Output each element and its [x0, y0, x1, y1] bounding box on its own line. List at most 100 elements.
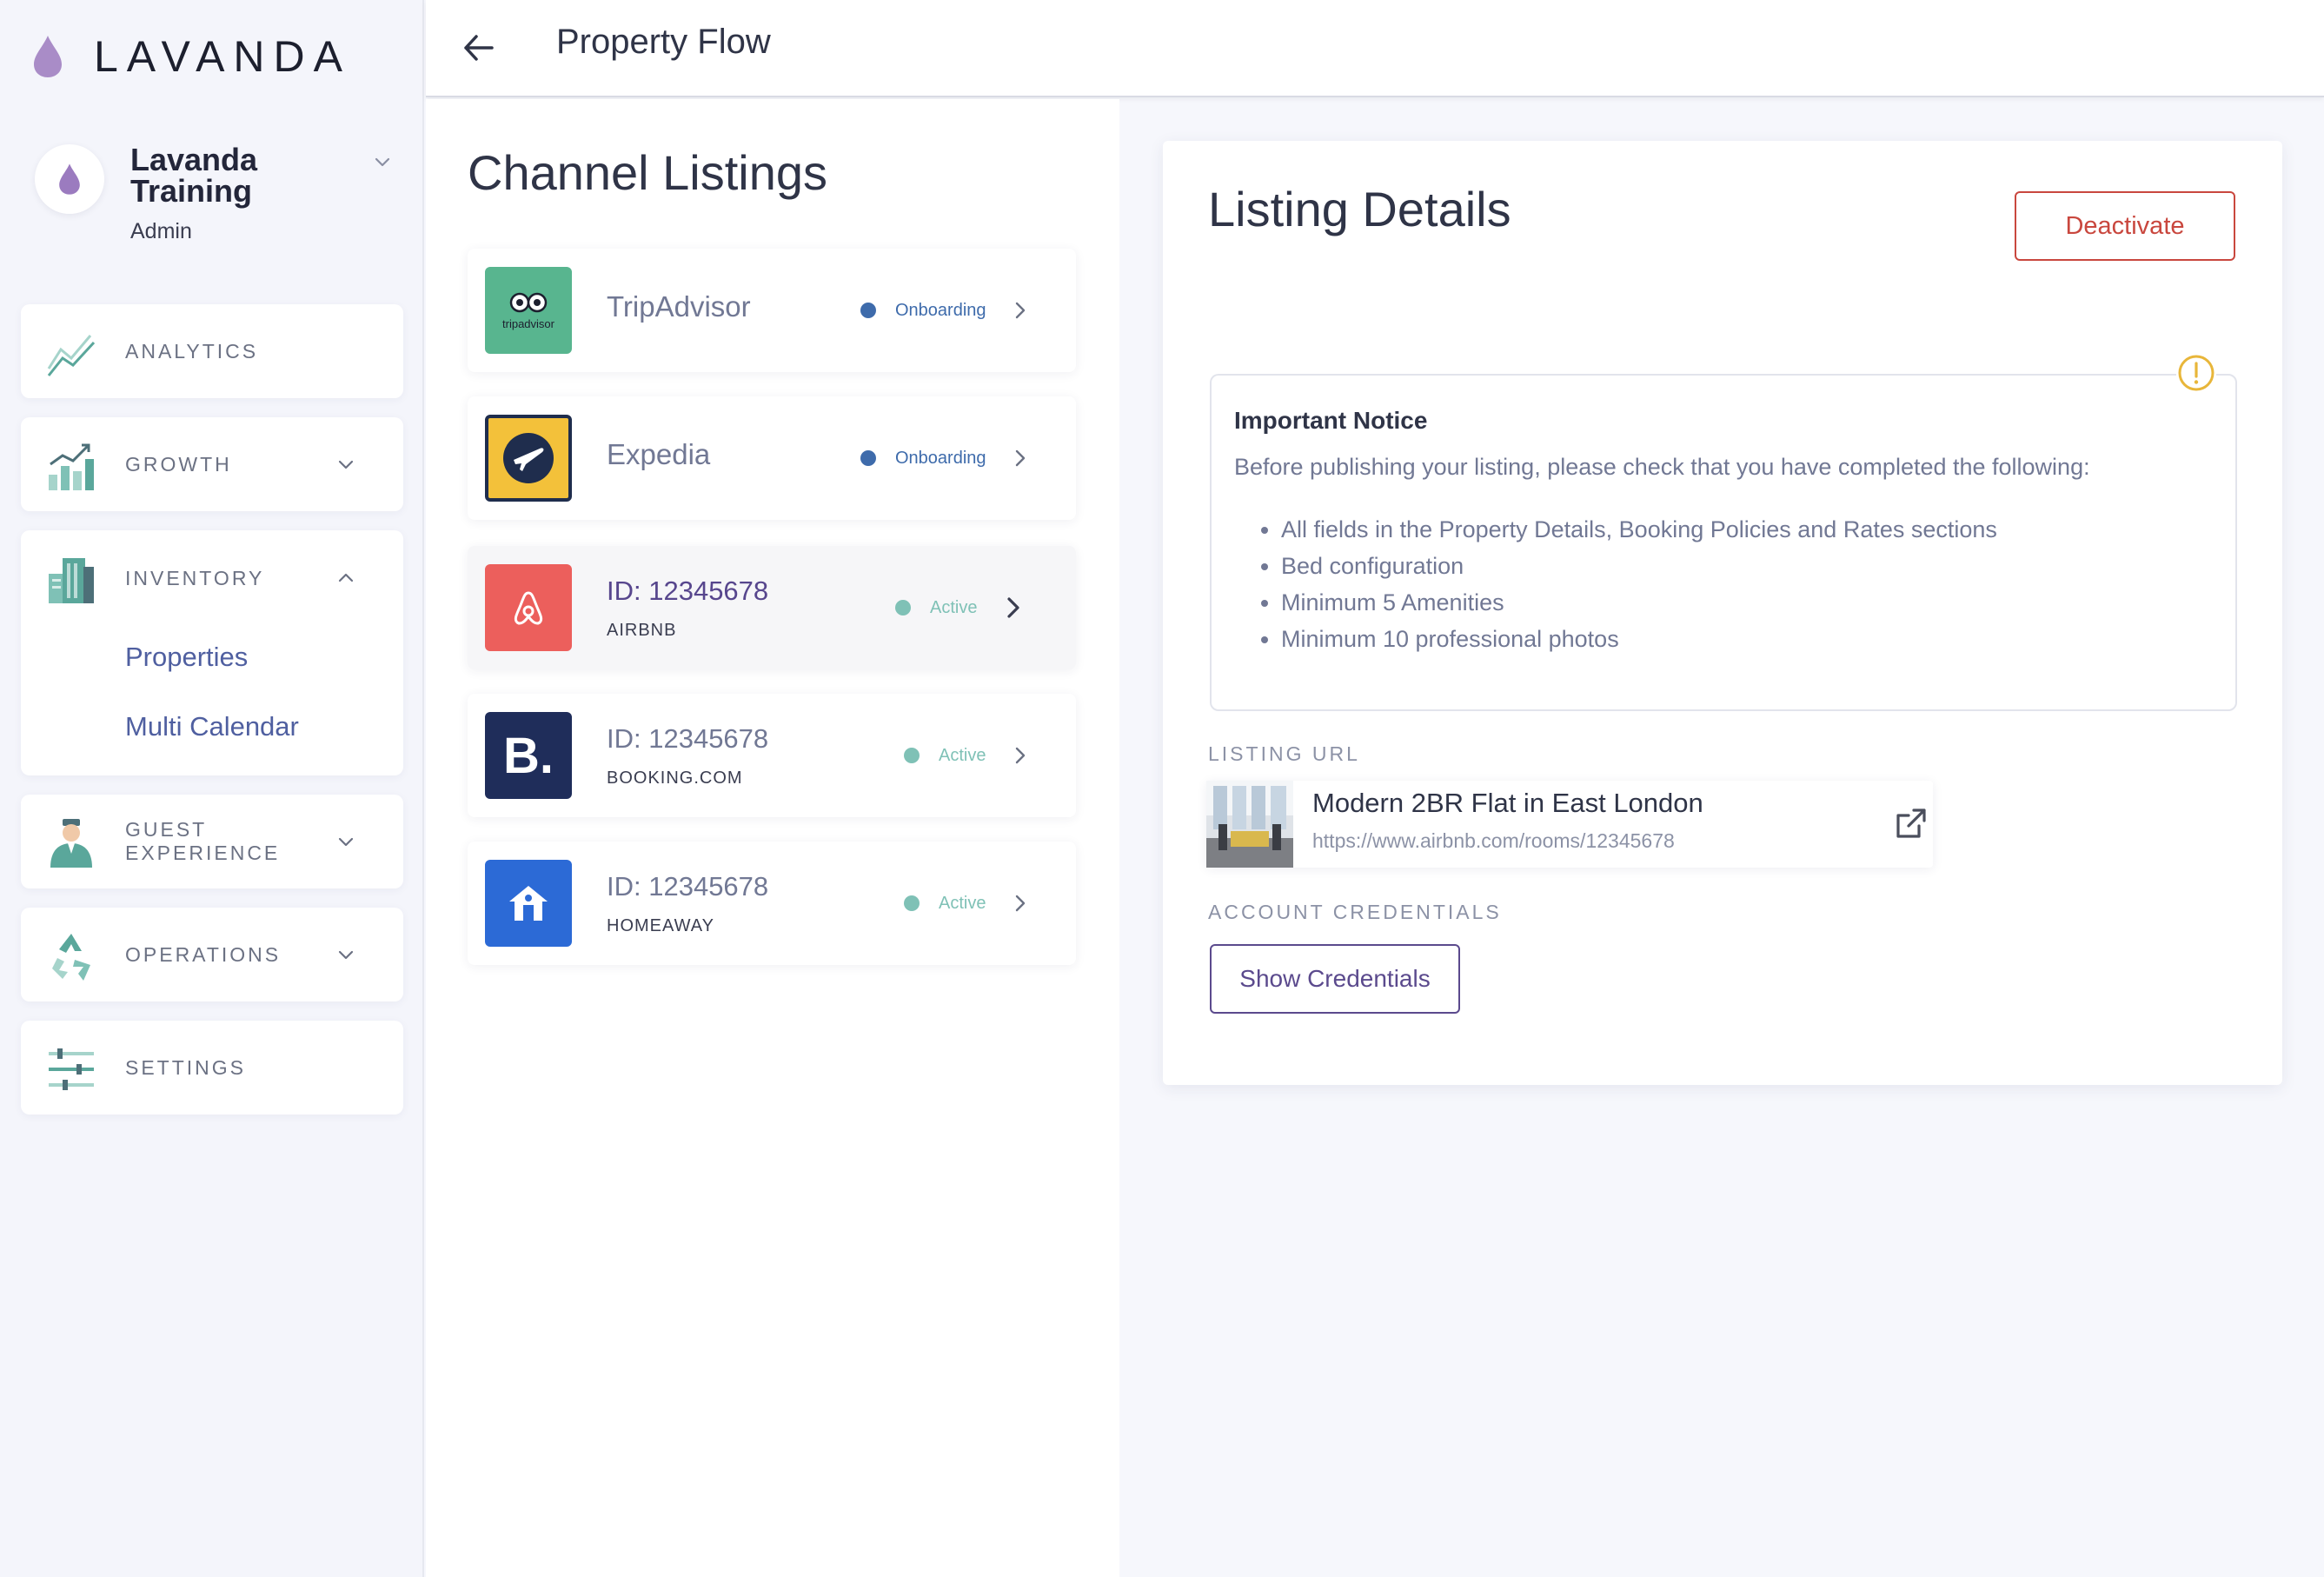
account-avatar: [35, 144, 104, 214]
channel-listing-id: ID: 12345678: [607, 871, 769, 902]
channel-row-airbnb[interactable]: ID: 12345678 AIRBNB Active: [468, 546, 1076, 669]
chevron-down-icon[interactable]: [334, 829, 358, 854]
channel-row-booking[interactable]: B. ID: 12345678 BOOKING.COM Active: [468, 694, 1076, 817]
account-switcher[interactable]: Lavanda Training Admin: [35, 144, 400, 257]
nav-analytics[interactable]: ANALYTICS: [21, 304, 403, 398]
status-text: Active: [939, 745, 986, 765]
status-dot: [860, 450, 876, 466]
homeaway-logo: [485, 860, 572, 947]
sidebar: LAVANDA Lavanda Training Admin ANALYTICS: [0, 0, 424, 1577]
account-name: Lavanda Training: [130, 142, 258, 209]
channel-name: HOMEAWAY: [607, 916, 714, 935]
listing-details-title: Listing Details: [1208, 182, 1511, 236]
chevron-right-icon[interactable]: [1008, 446, 1033, 470]
nav-inventory[interactable]: INVENTORY Properties Multi Calendar: [21, 530, 403, 775]
nav-guest-experience-label: GUEST EXPERIENCE: [125, 795, 280, 888]
nav-operations-label: OPERATIONS: [125, 942, 282, 966]
channel-listing-id: ID: 12345678: [607, 576, 769, 606]
list-item: Minimum 10 professional photos: [1281, 621, 1997, 657]
expedia-logo: [485, 415, 572, 502]
listing-details-card: Listing Details Deactivate Important Not…: [1163, 141, 2282, 1085]
status-text: Onboarding: [895, 448, 986, 468]
nav-settings[interactable]: SETTINGS: [21, 1021, 403, 1115]
status-dot: [895, 600, 911, 615]
chevron-right-icon[interactable]: [1008, 298, 1033, 323]
listing-thumbnail: [1206, 781, 1293, 868]
channel-row-homeaway[interactable]: ID: 12345678 HOMEAWAY Active: [468, 842, 1076, 965]
account-credentials-label: ACCOUNT CREDENTIALS: [1208, 901, 1502, 923]
channel-row-tripadvisor[interactable]: tripadvisor TripAdvisor Onboarding: [468, 249, 1076, 372]
settings-sliders-icon: [49, 1048, 94, 1090]
lavanda-drop-icon: [59, 163, 80, 195]
page-title: Property Flow: [556, 23, 771, 61]
inventory-icon: [49, 558, 94, 603]
chevron-right-icon[interactable]: [1001, 596, 1026, 620]
app-logo[interactable]: LAVANDA: [31, 31, 351, 82]
nav-operations[interactable]: OPERATIONS: [21, 908, 403, 1001]
channel-name: AIRBNB: [607, 621, 677, 640]
nav-growth[interactable]: GROWTH: [21, 417, 403, 511]
show-credentials-button[interactable]: Show Credentials: [1210, 944, 1460, 1014]
chevron-down-icon[interactable]: [334, 942, 358, 967]
expedia-plane-icon: [503, 433, 554, 483]
listing-photo: [1206, 781, 1293, 868]
nav-guest-experience-line1: GUEST: [125, 818, 208, 841]
list-item: Bed configuration: [1281, 548, 1997, 584]
chevron-down-icon[interactable]: [370, 150, 395, 174]
tripadvisor-logo: tripadvisor: [485, 267, 572, 354]
external-link-icon[interactable]: [1893, 805, 1929, 842]
listing-url[interactable]: https://www.airbnb.com/rooms/12345678: [1312, 829, 1675, 853]
chevron-up-icon[interactable]: [334, 566, 358, 590]
airbnb-icon: [514, 591, 543, 625]
tripadvisor-owl-icon: [509, 292, 548, 312]
analytics-icon: [47, 335, 96, 376]
booking-logo: B.: [485, 712, 572, 799]
channel-name: BOOKING.COM: [607, 769, 743, 788]
back-arrow-icon[interactable]: [459, 28, 499, 68]
status-text: Active: [939, 893, 986, 913]
nav-item-properties[interactable]: Properties: [125, 642, 248, 673]
list-item: Minimum 5 Amenities: [1281, 584, 1997, 621]
airbnb-logo: [485, 564, 572, 651]
status-badge: Active: [904, 842, 986, 965]
listing-title: Modern 2BR Flat in East London: [1312, 788, 1703, 818]
status-text: Onboarding: [895, 300, 986, 320]
nav-growth-label: GROWTH: [125, 452, 232, 476]
chevron-down-icon[interactable]: [334, 452, 358, 476]
status-badge: Active: [895, 546, 977, 669]
status-dot: [860, 303, 876, 318]
nav-settings-label: SETTINGS: [125, 1055, 247, 1079]
chevron-right-icon[interactable]: [1008, 743, 1033, 768]
tripadvisor-logo-text: tripadvisor: [502, 316, 554, 330]
status-dot: [904, 748, 920, 763]
status-badge: Onboarding: [860, 396, 986, 520]
channel-name: Expedia: [607, 438, 711, 470]
account-role: Admin: [130, 219, 192, 243]
notice-checklist: All fields in the Property Details, Book…: [1281, 511, 1997, 657]
growth-icon: [49, 443, 94, 490]
nav-item-multi-calendar[interactable]: Multi Calendar: [125, 711, 299, 742]
status-badge: Active: [904, 694, 986, 817]
important-notice: Important Notice Before publishing your …: [1210, 353, 2237, 711]
top-bar: Property Flow: [426, 0, 2324, 97]
nav-inventory-label: INVENTORY: [125, 566, 265, 589]
channel-listings-title: Channel Listings: [468, 145, 828, 200]
warning-icon: [2176, 353, 2216, 393]
channel-row-expedia[interactable]: Expedia Onboarding: [468, 396, 1076, 520]
chevron-right-icon[interactable]: [1008, 891, 1033, 915]
logo-text: LAVANDA: [94, 32, 352, 81]
listing-url-label: LISTING URL: [1208, 742, 1360, 765]
notice-body: Before publishing your listing, please c…: [1234, 454, 2090, 480]
concierge-icon: [50, 819, 92, 868]
channel-name: TripAdvisor: [607, 290, 751, 323]
channel-listing-id: ID: 12345678: [607, 723, 769, 754]
listing-url-card[interactable]: Modern 2BR Flat in East London https://w…: [1206, 781, 1933, 868]
lavanda-drop-icon: [34, 36, 62, 77]
nav-guest-experience[interactable]: GUEST EXPERIENCE: [21, 795, 403, 888]
nav-analytics-label: ANALYTICS: [125, 339, 259, 363]
list-item: All fields in the Property Details, Book…: [1281, 511, 1997, 548]
notice-title: Important Notice: [1234, 407, 1428, 434]
booking-logo-text: B.: [503, 727, 554, 784]
deactivate-button[interactable]: Deactivate: [2015, 191, 2235, 261]
recycle-icon: [52, 934, 90, 981]
